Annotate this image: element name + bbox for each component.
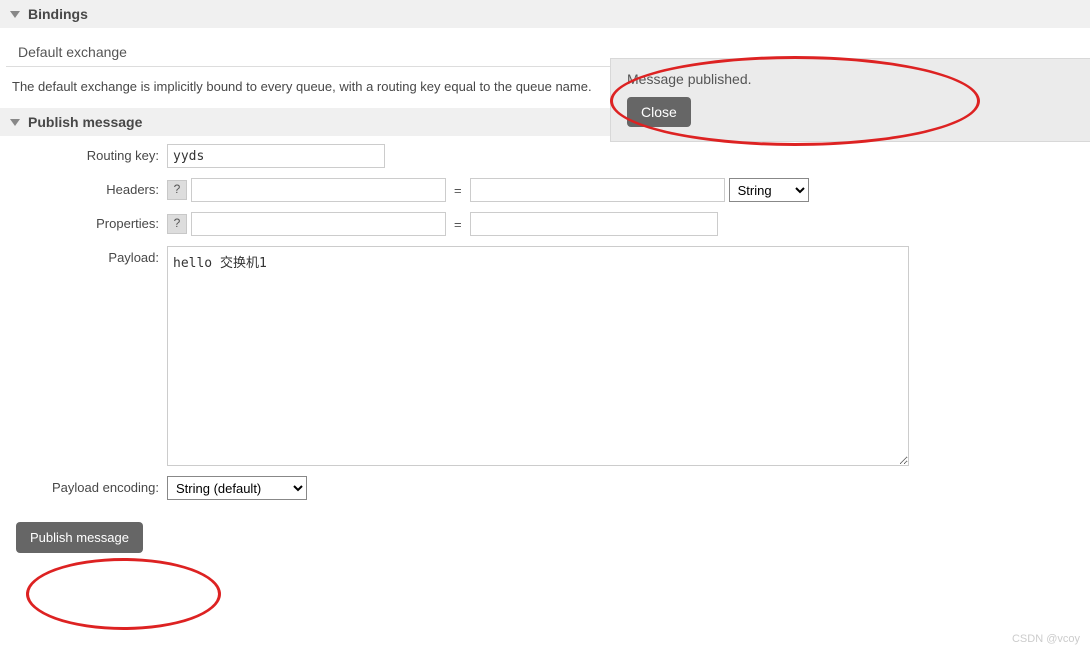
row-routing-key: Routing key: [12,144,1078,168]
label-routing-key: Routing key: [12,144,167,163]
payload-textarea[interactable] [167,246,909,466]
publish-form: Routing key: Headers: ? = String Propert… [0,136,1090,518]
properties-value-input[interactable] [470,212,718,236]
section-title-bindings: Bindings [28,6,88,22]
properties-help-button[interactable]: ? [167,214,187,234]
label-headers: Headers: [12,178,167,197]
label-properties: Properties: [12,212,167,231]
section-header-bindings[interactable]: Bindings [0,0,1090,28]
row-payload-encoding: Payload encoding: String (default) [12,476,1078,500]
row-headers: Headers: ? = String [12,178,1078,202]
toast-notification: Message published. Close [610,58,1090,142]
headers-value-input[interactable] [470,178,725,202]
toast-message: Message published. [627,71,1074,87]
section-title-publish: Publish message [28,114,142,130]
row-properties: Properties: ? = [12,212,1078,236]
row-payload: Payload: [12,246,1078,466]
routing-key-input[interactable] [167,144,385,168]
publish-message-button[interactable]: Publish message [16,522,143,553]
label-payload: Payload: [12,246,167,265]
annotation-ellipse [26,558,221,630]
headers-type-select[interactable]: String [729,178,809,202]
chevron-down-icon [10,119,20,126]
properties-key-input[interactable] [191,212,446,236]
headers-key-input[interactable] [191,178,446,202]
watermark: CSDN @vcoy [1012,633,1080,645]
payload-encoding-select[interactable]: String (default) [167,476,307,500]
equals-sign: = [450,217,466,232]
chevron-down-icon [10,11,20,18]
label-payload-encoding: Payload encoding: [12,476,167,495]
equals-sign: = [450,183,466,198]
toast-close-button[interactable]: Close [627,97,691,127]
headers-help-button[interactable]: ? [167,180,187,200]
